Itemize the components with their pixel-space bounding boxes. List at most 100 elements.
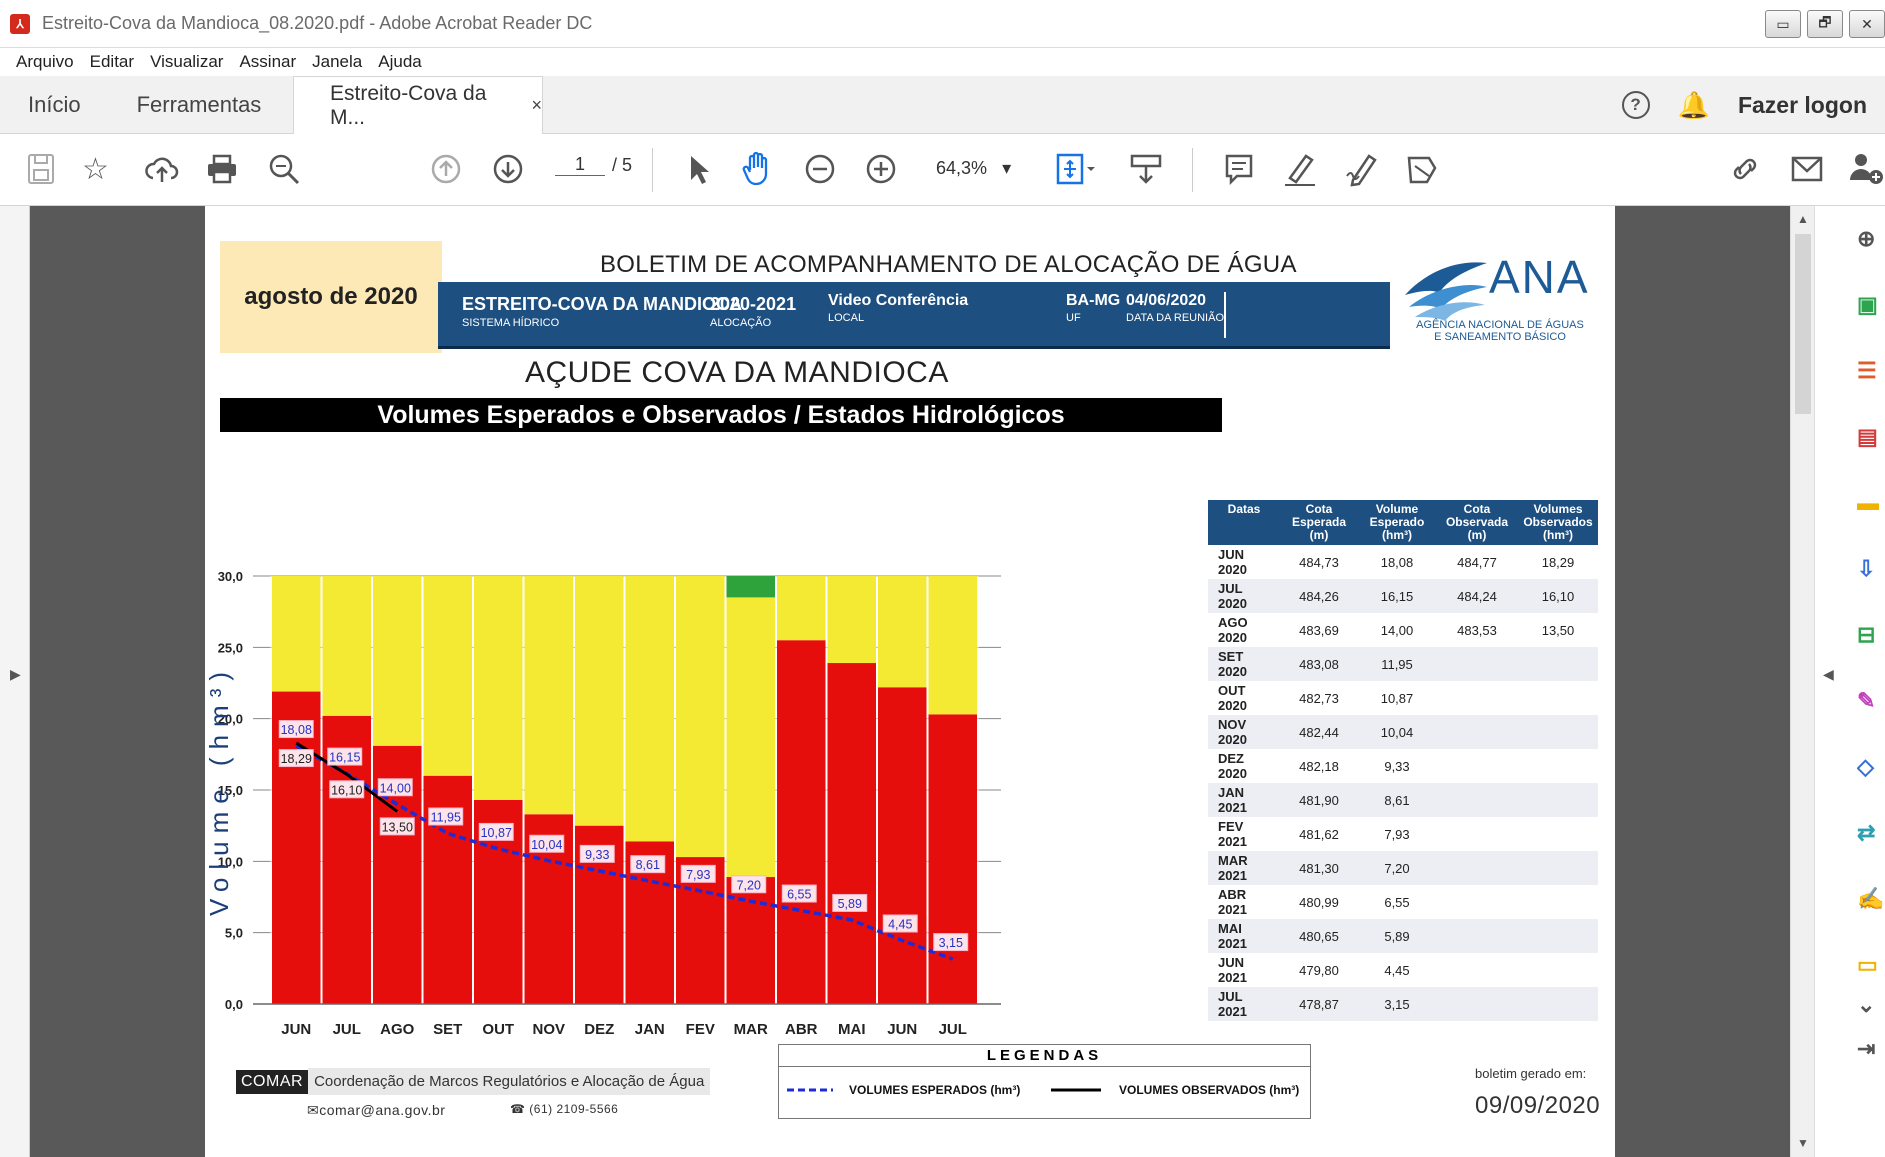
minimize-button[interactable]: ▭ (1765, 10, 1801, 38)
zoom-icon[interactable]: ⊕ (1857, 226, 1885, 256)
table-cell: DEZ 2020 (1218, 751, 1247, 781)
x-tick-month: JUN (281, 1021, 311, 1037)
bar-yellow-zone (625, 576, 674, 842)
field-location-value: Video Conferência (828, 292, 969, 309)
scroll-up-icon[interactable]: ▲ (1797, 212, 1809, 226)
chart-header: Volumes Esperados e Observados / Estados… (220, 398, 1222, 432)
upload-icon[interactable] (144, 154, 180, 184)
highlight-icon[interactable] (1282, 150, 1318, 188)
zoom-in-icon[interactable] (865, 153, 897, 185)
protect-icon[interactable]: ◇ (1857, 754, 1885, 784)
menu-ajuda[interactable]: Ajuda (378, 52, 421, 72)
link-icon[interactable] (1727, 152, 1765, 186)
table-cell (1436, 783, 1518, 817)
stamp-icon[interactable] (1403, 150, 1439, 188)
scroll-down-icon[interactable]: ▼ (1797, 1136, 1809, 1150)
collapse-panel-icon[interactable]: ◀ (1823, 666, 1834, 683)
more-tools-icon[interactable]: ▭ (1857, 952, 1885, 982)
create-pdf-icon[interactable]: ▤ (1857, 424, 1885, 454)
table-cell: 484,73 (1299, 554, 1339, 570)
close-tab-icon[interactable]: × (531, 95, 542, 116)
expected-data-label: 8,61 (636, 858, 660, 872)
vertical-scrollbar[interactable]: ▲ ▼ (1790, 206, 1814, 1157)
hand-icon[interactable] (740, 150, 776, 188)
login-button[interactable]: Fazer logon (1738, 92, 1867, 119)
restore-button[interactable]: 🗗 (1807, 10, 1843, 38)
table-cell (1518, 783, 1598, 817)
export-pdf-icon[interactable]: ▣ (1857, 292, 1885, 322)
y-tick-label: 25,0 (218, 640, 243, 655)
table-row: JUL 2020 484,26 16,15 484,24 16,10 (1208, 579, 1598, 613)
menu-visualizar[interactable]: Visualizar (150, 52, 223, 72)
table-cell (1518, 749, 1598, 783)
table-cell (1518, 681, 1598, 715)
expand-left-icon[interactable]: ▶ (10, 666, 21, 683)
save-icon[interactable] (25, 152, 57, 186)
comment-icon[interactable] (1223, 152, 1255, 186)
table-header: Datas (1208, 500, 1280, 545)
table-row: DEZ 2020 482,18 9,33 (1208, 749, 1598, 783)
comar-email: ✉comar@ana.gov.br (307, 1102, 445, 1119)
table-cell: MAI 2021 (1208, 919, 1280, 953)
fill-sign-icon[interactable]: ✎ (1857, 688, 1885, 718)
field-meeting-date: 04/06/2020 DATA DA REUNIÃO (1126, 292, 1224, 324)
table-cell (1518, 851, 1598, 885)
zoom-dropdown[interactable]: 64,3% ▾ (936, 158, 1011, 179)
organize-pages-icon[interactable]: ☰ (1857, 358, 1885, 388)
field-meeting-date-label: DATA DA REUNIÃO (1126, 312, 1225, 324)
signature-icon[interactable]: ✍ (1857, 886, 1885, 916)
menu-janela[interactable]: Janela (312, 52, 362, 72)
table-header: Volumes Observados (hm³) (1518, 500, 1598, 545)
collapse-panel-icon[interactable]: ⇥ (1857, 1036, 1885, 1066)
comment-icon[interactable]: ▬ (1857, 490, 1885, 520)
bar-yellow-zone (777, 576, 826, 641)
page-down-icon[interactable] (492, 153, 524, 185)
bell-icon[interactable]: 🔔 (1678, 90, 1710, 121)
menu-editar[interactable]: Editar (90, 52, 134, 72)
table-cell: 11,95 (1358, 647, 1436, 681)
tab-tools[interactable]: Ferramentas (137, 92, 262, 118)
scroll-mode-icon[interactable] (1130, 152, 1162, 186)
compress-icon[interactable]: ⊟ (1857, 622, 1885, 652)
pointer-icon[interactable] (686, 153, 712, 187)
export-icon[interactable]: ⇩ (1857, 556, 1885, 586)
print-icon[interactable] (205, 152, 239, 186)
table-cell: JUN 2020 (1218, 547, 1247, 577)
table-cell: 483,53 (1457, 622, 1497, 638)
page-number-input[interactable]: 1 (555, 154, 605, 176)
sign-icon[interactable] (1343, 150, 1381, 188)
page-up-icon[interactable] (430, 153, 462, 185)
left-panel-toggle[interactable]: ▶ (0, 206, 30, 1157)
fit-page-icon[interactable] (1055, 152, 1097, 186)
menu-assinar[interactable]: Assinar (239, 52, 296, 72)
expand-icon[interactable]: ⌄ (1857, 992, 1885, 1022)
table-cell (1436, 647, 1518, 681)
tab-document[interactable]: Estreito-Cova da M... × (293, 76, 543, 134)
y-tick-label: 0,0 (225, 997, 243, 1012)
scrollbar-thumb[interactable] (1795, 234, 1811, 414)
legend-observed: VOLUMES OBSERVADOS (hm³) (1119, 1083, 1300, 1097)
table-cell: 478,87 (1280, 987, 1358, 1021)
close-button[interactable]: ✕ (1849, 10, 1885, 38)
star-icon[interactable]: ☆ (82, 152, 109, 188)
table-cell: 18,08 (1380, 554, 1414, 570)
search-zoom-icon[interactable] (267, 152, 301, 186)
add-user-icon[interactable] (1848, 150, 1885, 188)
table-cell (1436, 885, 1518, 919)
table-cell: 482,44 (1280, 715, 1358, 749)
table-cell (1436, 919, 1518, 953)
send-icon[interactable]: ⇄ (1857, 820, 1885, 850)
table-cell (1518, 817, 1598, 851)
table-cell: 5,89 (1358, 919, 1436, 953)
menu-arquivo[interactable]: Arquivo (16, 52, 74, 72)
zoom-out-icon[interactable] (804, 153, 836, 185)
observed-data-label: 18,29 (281, 752, 312, 766)
window-controls: ▭ 🗗 ✕ (1765, 10, 1885, 38)
table-cell: 483,08 (1280, 647, 1358, 681)
help-icon[interactable]: ? (1621, 91, 1650, 119)
email-icon[interactable] (1790, 154, 1824, 184)
bar-yellow-zone (575, 576, 624, 826)
tab-home[interactable]: Início (28, 92, 81, 118)
field-allocation: 2020-2021 ALOCAÇÃO (710, 294, 796, 329)
table-cell: 18,29 (1541, 554, 1575, 570)
